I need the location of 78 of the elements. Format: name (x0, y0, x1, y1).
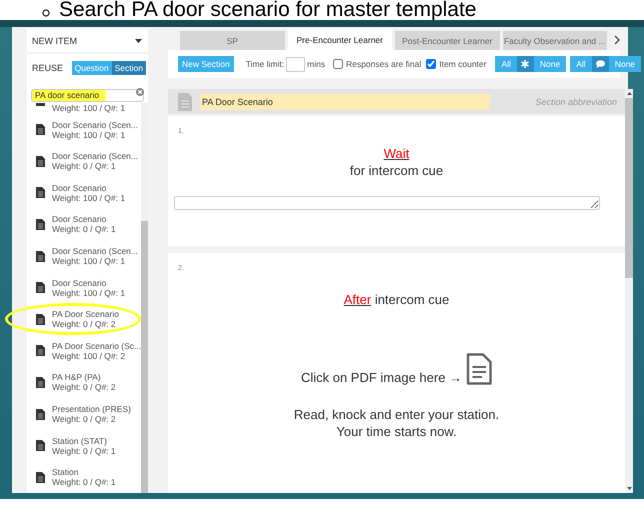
speech-bubble-icon (596, 60, 605, 68)
bullet-icon (42, 9, 50, 17)
item-title: PA Door Scenario (52, 309, 119, 320)
item-title: Door Scenario (Scen... (52, 120, 138, 130)
item-title: PA Door Scenario (Sc... (52, 340, 142, 351)
item-meta: Weight: 100 / Q#: 1 (52, 103, 126, 113)
item-meta: Weight: 100 / Q#: 1 (52, 288, 126, 298)
scrollbar-thumb[interactable] (141, 221, 148, 493)
reuse-label: REUSE (32, 63, 64, 73)
list-item[interactable]: Door Scenario (Scen... Weight: 100 / Q#: 1 (27, 114, 142, 146)
item-title: Door Scenario (52, 214, 108, 224)
item-meta: Weight: 0 / Q#: 1 (52, 477, 116, 488)
time-limit-label: Time limit: (246, 59, 284, 69)
item-meta: Weight: 100 / Q#: 1 (52, 256, 126, 266)
checkbox[interactable] (426, 59, 436, 69)
item-meta: Weight: 0 / Q#: 2 (52, 382, 116, 392)
icon-button[interactable] (592, 56, 609, 72)
tab[interactable]: Pre-Encounter Learner (288, 29, 392, 50)
item-title: Door Scenario (52, 182, 108, 193)
scrollbar[interactable] (625, 89, 633, 493)
asterisk-icon (520, 60, 530, 68)
prompt-text: Click on PDF image here → (300, 369, 462, 386)
item-meta: Weight: 100 / Q#: 2 (52, 350, 126, 361)
list-item[interactable]: PA Door Scenario (Sc... Weight: 100 / Q#: 2 (27, 335, 142, 367)
section-title-field[interactable]: PA Door Scenario (200, 94, 490, 110)
item-meta: Weight: 0 / Q#: 2 (52, 414, 117, 424)
caption-text: Search PA door scenario for master template (59, 0, 476, 20)
item-meta: Weight: 100 / Q#: 1 (52, 192, 126, 203)
list-item[interactable]: Door Scenario (Scen... Weight: 100 / Q#: 1 (27, 240, 142, 272)
checkbox-label: Responses are final (346, 59, 422, 69)
scrollbar[interactable] (141, 103, 148, 493)
cue-word: Wait (384, 145, 410, 162)
dropdown-label: NEW ITEM (32, 36, 77, 46)
clear-icon (136, 88, 144, 96)
prompt-text: intercom cue (374, 291, 450, 308)
list-item[interactable]: Door Scenario Weight: 100 / Q#: 1 (27, 177, 142, 209)
item-title: Door Scenario (52, 278, 108, 288)
cue-word: After (344, 291, 372, 308)
item-title: PA H&P (PA) (52, 372, 102, 382)
item-title: Door Scenario (Scen... (52, 246, 138, 256)
time-limit-field[interactable] (286, 56, 306, 72)
list-item[interactable]: PA H&P (PA) Weight: 0 / Q#: 2 (27, 366, 142, 398)
item-title: Station (52, 467, 80, 478)
item-meta: Weight: 100 / Q#: 1 (52, 130, 126, 140)
checkbox-label: Item counter (439, 59, 486, 69)
list-item[interactable]: Door Scenario Weight: 0 / Q#: 1 (27, 208, 142, 240)
answer-box[interactable] (174, 196, 600, 210)
prompt-text: Read, knock and enter your station. (294, 406, 500, 423)
checkbox[interactable] (333, 59, 344, 69)
item-title: Presentation (PRES) (52, 404, 131, 414)
icon-button[interactable] (516, 56, 534, 72)
item-meta: Weight: 0 / Q#: 1 (52, 446, 116, 456)
tab[interactable]: Post-Encounter Learner (395, 31, 500, 50)
caret-icon (135, 38, 142, 42)
list-item[interactable]: Station (STAT) Weight: 0 / Q#: 1 (27, 430, 142, 462)
search-field[interactable]: PA door scenario (31, 88, 144, 102)
scroll-up-icon (626, 92, 632, 95)
scroll-down-icon (626, 487, 632, 490)
list-item[interactable]: Door Scenario Weight: 100 / Q#: 1 (27, 272, 142, 304)
list-item[interactable]: Presentation (PRES) Weight: 0 / Q#: 2 (27, 398, 142, 430)
section-abbreviation-field[interactable]: Section abbreviation (498, 92, 619, 110)
item-meta: Weight: 0 / Q#: 1 (52, 224, 116, 234)
list-item[interactable]: Weight: 100 / Q#: 1 (27, 103, 142, 114)
item-meta: Weight: 0 / Q#: 2 (52, 319, 117, 330)
list-item[interactable]: Door Scenario (Scen... Weight: 0 / Q#: 1 (27, 145, 142, 178)
tab[interactable]: Faculty Observation and ... (502, 31, 607, 50)
toggle-option[interactable]: Section (112, 61, 146, 75)
item-title: Station (STAT) (52, 436, 108, 446)
list-item[interactable]: Station Weight: 0 / Q#: 1 (27, 461, 142, 494)
prompt-text: for intercom cue (350, 162, 444, 179)
scrollbar-thumb[interactable] (625, 98, 633, 278)
item-meta: Weight: 0 / Q#: 1 (52, 161, 117, 172)
new-item-dropdown[interactable]: NEW ITEM (27, 29, 148, 54)
item-title: Door Scenario (Scen... (52, 151, 138, 162)
unit-label: mins (307, 59, 326, 69)
tab[interactable]: SP (180, 31, 284, 50)
prompt-text: Your time starts now. (336, 423, 457, 440)
chevron-right-icon (614, 35, 620, 45)
